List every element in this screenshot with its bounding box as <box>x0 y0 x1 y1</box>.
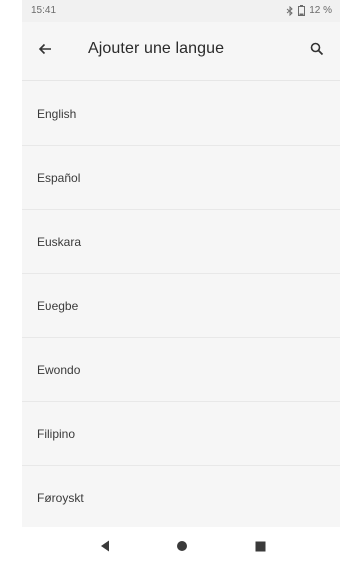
language-label: Euskara <box>37 235 82 249</box>
language-label: Filipino <box>37 427 76 441</box>
status-time: 15:41 <box>31 5 57 16</box>
battery-icon <box>298 5 306 16</box>
search-button[interactable] <box>302 36 332 66</box>
list-item-language[interactable]: English <box>22 82 340 146</box>
arrow-back-icon <box>37 41 53 62</box>
nav-home-icon <box>176 539 188 557</box>
nav-back-icon <box>100 539 110 557</box>
language-label: Español <box>37 171 81 185</box>
language-label: Føroyskt <box>37 491 84 505</box>
list-item-language[interactable]: Ewondo <box>22 338 340 402</box>
navigation-bar <box>22 527 340 569</box>
status-icons: 12 % <box>286 5 332 16</box>
language-label: Ewondo <box>37 363 81 377</box>
search-icon <box>310 42 324 61</box>
nav-home-button[interactable] <box>168 535 196 561</box>
page-title: Ajouter une langue <box>88 40 225 57</box>
list-item-language[interactable]: Euskara <box>22 210 340 274</box>
language-label: English <box>37 107 77 121</box>
list-item-language[interactable]: Español <box>22 146 340 210</box>
nav-recents-icon <box>255 539 266 557</box>
nav-back-button[interactable] <box>91 535 119 561</box>
list-item-language[interactable]: Eʋegbe <box>22 274 340 338</box>
language-list: English Español Euskara Eʋegbe Ewondo Fi… <box>22 82 340 530</box>
language-label: Eʋegbe <box>37 299 79 313</box>
back-button[interactable] <box>30 36 60 66</box>
list-item-language[interactable]: Føroyskt <box>22 466 340 530</box>
nav-recents-button[interactable] <box>246 535 274 561</box>
status-bar: 15:41 12 % <box>22 0 340 22</box>
list-item-language[interactable]: Filipino <box>22 402 340 466</box>
battery-percent: 12 % <box>309 5 332 16</box>
screen: 15:41 12 % Ajouter une langue English Es… <box>22 0 340 569</box>
app-bar-divider <box>22 80 340 81</box>
bluetooth-icon <box>286 5 294 16</box>
app-bar: Ajouter une langue <box>22 22 340 80</box>
